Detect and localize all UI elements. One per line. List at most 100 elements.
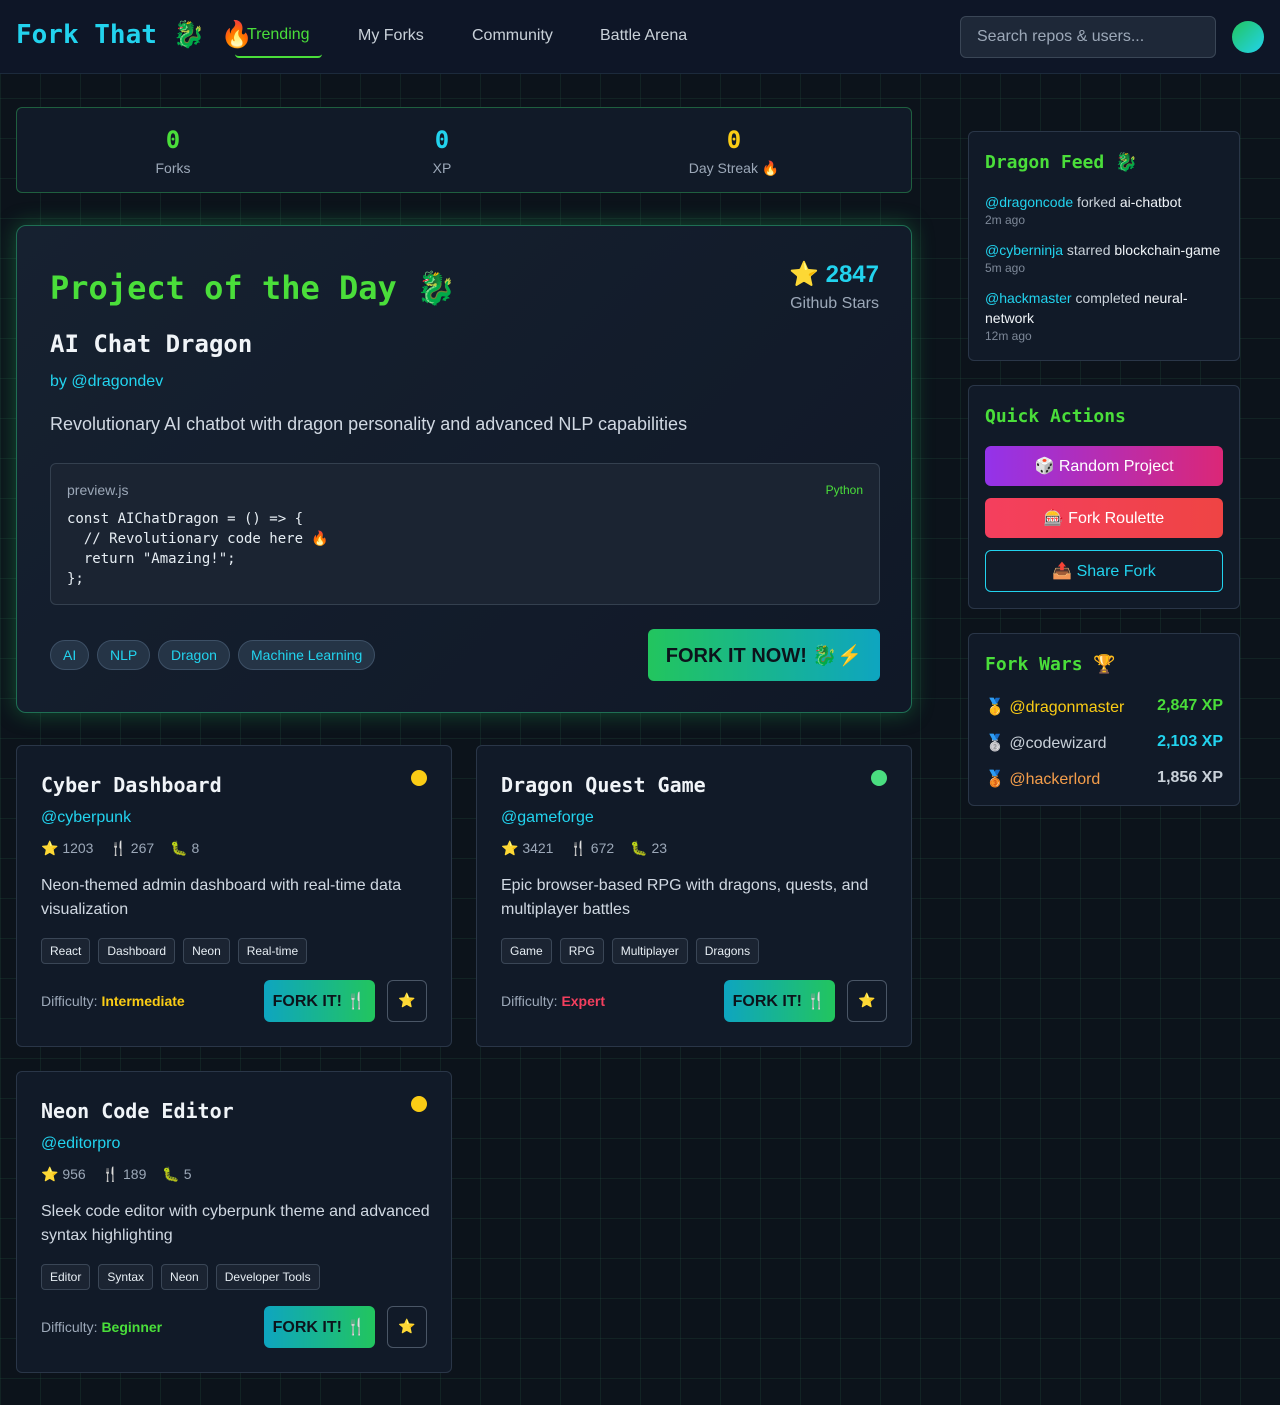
project-card-title: Dragon Quest Game xyxy=(501,773,706,797)
status-dot xyxy=(411,770,427,786)
share-fork-button[interactable]: 📤 Share Fork xyxy=(985,550,1223,592)
tag[interactable]: Syntax xyxy=(98,1264,154,1290)
feed-time: 12m ago xyxy=(985,329,1032,343)
project-card-tags: Editor Syntax Neon Developer Tools xyxy=(41,1264,320,1290)
tag[interactable]: Editor xyxy=(41,1264,91,1290)
difficulty-label: Difficulty: xyxy=(41,1319,98,1335)
leaderboard-xp: 2,103 XP xyxy=(1157,733,1223,750)
feed-item: @cyberninja starred blockchain-game 5m a… xyxy=(985,240,1225,276)
tag[interactable]: Multiplayer xyxy=(611,938,688,964)
feed-user[interactable]: @cyberninja xyxy=(985,242,1063,258)
github-stars: ⭐ 2847 Github Stars xyxy=(789,260,879,313)
project-card-description: Epic browser-based RPG with dragons, que… xyxy=(501,877,869,918)
logo[interactable]: Fork That 🐉 🔥 xyxy=(16,20,253,50)
status-dot xyxy=(411,1096,427,1112)
feed-action: starred xyxy=(1063,242,1115,258)
tag[interactable]: Dragons xyxy=(695,938,760,964)
project-card-description: Neon-themed admin dashboard with real-ti… xyxy=(41,877,402,918)
feed-repo[interactable]: blockchain-game xyxy=(1114,242,1220,258)
tag[interactable]: React xyxy=(41,938,91,964)
stars-count: ⭐ 1203 xyxy=(41,840,94,856)
tag[interactable]: Game xyxy=(501,938,552,964)
feed-user[interactable]: @hackmaster xyxy=(985,290,1072,306)
featured-tag[interactable]: AI xyxy=(50,640,90,670)
forks-count: 🍴 189 xyxy=(101,1166,147,1182)
project-card-author[interactable]: @cyberpunk xyxy=(41,809,131,827)
tag[interactable]: Neon xyxy=(183,938,230,964)
star-button[interactable]: ⭐ xyxy=(387,1306,427,1348)
difficulty-value: Intermediate xyxy=(101,993,185,1009)
random-project-button[interactable]: 🎲 Random Project xyxy=(985,446,1223,486)
star-button[interactable]: ⭐ xyxy=(847,980,887,1022)
difficulty-value: Beginner xyxy=(101,1319,163,1335)
project-card-title: Cyber Dashboard xyxy=(41,773,222,797)
forks-count: 🍴 672 xyxy=(569,840,615,856)
difficulty: Difficulty: Expert xyxy=(501,993,605,1009)
leaderboard-xp: 1,856 XP xyxy=(1157,769,1223,786)
stat-xp-value: 0 xyxy=(434,126,450,154)
top-navbar: Fork That 🐉 🔥 Trending My Forks Communit… xyxy=(0,0,1280,74)
feed-time: 5m ago xyxy=(985,261,1026,275)
fork-roulette-button[interactable]: 🎰 Fork Roulette xyxy=(985,498,1223,538)
search-input[interactable] xyxy=(960,16,1216,58)
leaderboard-user[interactable]: 🥈 @codewizard xyxy=(985,735,1107,752)
tag[interactable]: RPG xyxy=(559,938,604,964)
leaderboard-entry: 🥈 @codewizard 2,103 XP xyxy=(985,733,1223,753)
feed-time: 2m ago xyxy=(985,213,1026,227)
fork-it-button[interactable]: FORK IT! 🍴 xyxy=(264,980,375,1022)
leaderboard-xp: 2,847 XP xyxy=(1157,697,1223,714)
nav-link-trending[interactable]: Trending xyxy=(235,14,322,58)
nav-link-community[interactable]: Community xyxy=(460,14,565,58)
project-card-title: Neon Code Editor xyxy=(41,1099,234,1123)
leaderboard-user[interactable]: 🥇 @dragonmaster xyxy=(985,699,1124,716)
feed-item: @dragoncode forked ai-chatbot 2m ago xyxy=(985,192,1225,228)
tag[interactable]: Neon xyxy=(161,1264,208,1290)
featured-tag[interactable]: Dragon xyxy=(158,640,230,670)
project-card-stats: ⭐ 1203 🍴 267 🐛 8 xyxy=(41,840,199,857)
project-card: Neon Code Editor @editorpro ⭐ 956 🍴 189 … xyxy=(16,1071,452,1373)
stat-forks: 0 Forks xyxy=(93,126,253,176)
fork-it-button[interactable]: FORK IT! 🍴 xyxy=(724,980,835,1022)
forks-count: 🍴 267 xyxy=(109,840,155,856)
project-card-tags: Game RPG Multiplayer Dragons xyxy=(501,938,760,964)
fork-it-now-button[interactable]: FORK IT NOW! 🐉⚡ xyxy=(648,629,880,681)
leaderboard-user[interactable]: 🥉 @hackerlord xyxy=(985,771,1100,788)
dragon-feed-title: Dragon Feed 🐉 xyxy=(985,152,1138,173)
fork-it-button[interactable]: FORK IT! 🍴 xyxy=(264,1306,375,1348)
tag[interactable]: Developer Tools xyxy=(215,1264,320,1290)
difficulty-label: Difficulty: xyxy=(41,993,98,1009)
feed-action: forked xyxy=(1073,194,1120,210)
tag[interactable]: Dashboard xyxy=(98,938,176,964)
featured-project-author[interactable]: by @dragondev xyxy=(50,373,163,391)
difficulty: Difficulty: Intermediate xyxy=(41,993,185,1009)
stat-streak: 0 Day Streak 🔥 xyxy=(654,126,814,177)
fork-wars-panel: Fork Wars 🏆 🥇 @dragonmaster 2,847 XP 🥈 @… xyxy=(968,633,1240,806)
github-stars-label: Github Stars xyxy=(790,295,879,312)
featured-tag[interactable]: NLP xyxy=(97,640,151,670)
project-card-author[interactable]: @gameforge xyxy=(501,809,594,827)
stat-forks-label: Forks xyxy=(155,160,191,176)
project-card: Cyber Dashboard @cyberpunk ⭐ 1203 🍴 267 … xyxy=(16,745,452,1047)
tag[interactable]: Real-time xyxy=(237,938,308,964)
featured-tag[interactable]: Machine Learning xyxy=(238,640,376,670)
difficulty: Difficulty: Beginner xyxy=(41,1319,162,1335)
issues-count: 🐛 5 xyxy=(162,1166,192,1182)
nav-link-battle-arena[interactable]: Battle Arena xyxy=(588,14,699,58)
featured-project-name: AI Chat Dragon xyxy=(50,330,253,358)
star-button[interactable]: ⭐ xyxy=(387,980,427,1022)
nav-link-my-forks[interactable]: My Forks xyxy=(346,14,436,58)
difficulty-value: Expert xyxy=(561,993,606,1009)
quick-actions-panel: Quick Actions 🎲 Random Project 🎰 Fork Ro… xyxy=(968,385,1240,609)
leaderboard-entry: 🥇 @dragonmaster 2,847 XP xyxy=(985,697,1223,717)
featured-project-description: Revolutionary AI chatbot with dragon per… xyxy=(50,414,688,434)
user-stats-bar: 0 Forks 0 XP 0 Day Streak 🔥 xyxy=(16,107,912,193)
issues-count: 🐛 8 xyxy=(170,840,200,856)
project-card-author[interactable]: @editorpro xyxy=(41,1135,120,1153)
dragon-feed-panel: Dragon Feed 🐉 @dragoncode forked ai-chat… xyxy=(968,131,1240,361)
project-card-stats: ⭐ 3421 🍴 672 🐛 23 xyxy=(501,840,667,857)
stat-streak-value: 0 xyxy=(726,126,742,154)
feed-user[interactable]: @dragoncode xyxy=(985,194,1073,210)
avatar[interactable] xyxy=(1232,21,1264,53)
feed-repo[interactable]: ai-chatbot xyxy=(1120,194,1181,210)
status-dot xyxy=(871,770,887,786)
